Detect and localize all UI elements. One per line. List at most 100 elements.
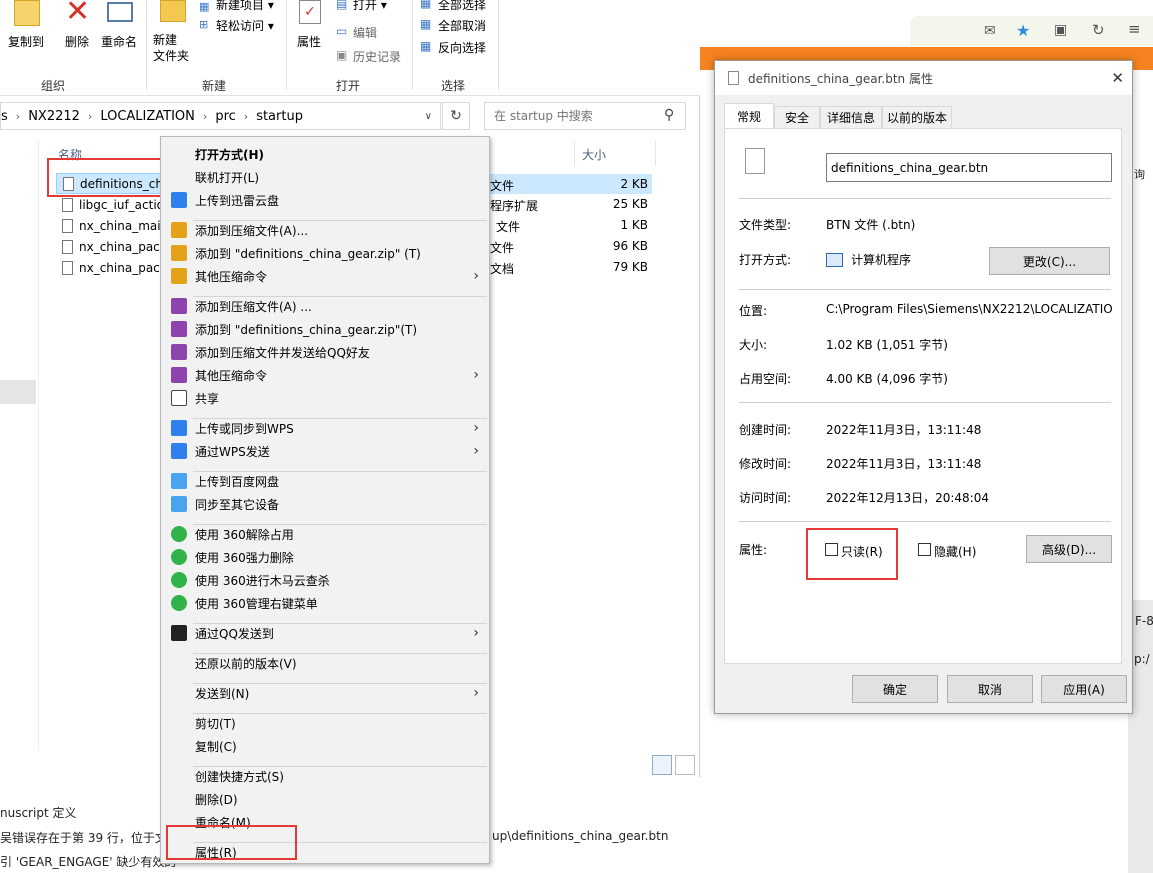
- accessed-label: 访问时间:: [739, 491, 792, 505]
- context-menu-item[interactable]: 删除(D): [161, 788, 489, 810]
- tab-details[interactable]: 详细信息: [820, 106, 882, 128]
- context-menu-item[interactable]: 添加到压缩文件(A)...: [161, 219, 489, 241]
- general-panel: 文件类型: BTN 文件 (.btn) 打开方式: 计算机程序 更改(C)...…: [724, 128, 1122, 664]
- menu-icon[interactable]: ≡: [1128, 20, 1141, 38]
- large-icons-view-button[interactable]: [675, 755, 695, 775]
- archive-icon: [171, 222, 187, 238]
- address-bar[interactable]: s › NX2212 › LOCALIZATION › prc › startu…: [0, 102, 441, 130]
- new-item-button[interactable]: 新建项目 ▾: [216, 0, 274, 13]
- filename-input[interactable]: [826, 153, 1112, 182]
- column-header-size[interactable]: 大小: [582, 146, 606, 163]
- file-icon: [62, 218, 73, 233]
- baidu-icon: [171, 473, 187, 489]
- rename-button[interactable]: 重命名: [101, 33, 137, 50]
- context-menu-item[interactable]: 上传到百度网盘: [161, 470, 489, 492]
- apply-button[interactable]: 应用(A): [1041, 675, 1127, 703]
- breadcrumb-item[interactable]: LOCALIZATION: [100, 109, 195, 124]
- context-menu-item[interactable]: 发送到(N) ›: [161, 682, 489, 704]
- cloud-icon: [171, 192, 187, 208]
- gift-icon[interactable]: ▣: [1054, 22, 1067, 38]
- ribbon-separator: [146, 0, 147, 90]
- hidden-label[interactable]: 隐藏(H): [934, 543, 976, 560]
- dialog-title-bar[interactable]: definitions_china_gear.btn 属性 ✕: [715, 61, 1132, 95]
- context-menu-item[interactable]: 使用 360管理右键菜单: [161, 592, 489, 614]
- new-folder-button[interactable]: 新建 文件夹: [153, 32, 189, 64]
- context-menu-label: 通过QQ发送到: [195, 626, 274, 641]
- close-icon[interactable]: ✕: [1111, 69, 1124, 87]
- hidden-checkbox[interactable]: [918, 543, 931, 556]
- context-menu-item[interactable]: 同步至其它设备: [161, 493, 489, 515]
- breadcrumb-item[interactable]: startup: [256, 109, 303, 124]
- edit-button[interactable]: 编辑: [353, 24, 377, 41]
- context-menu-label: 联机打开(L): [195, 170, 260, 185]
- context-menu-item[interactable]: 联机打开(L): [161, 166, 489, 188]
- copy-to-button[interactable]: 复制到: [8, 33, 44, 50]
- context-menu-item[interactable]: 使用 360强力删除: [161, 546, 489, 568]
- file-row[interactable]: nx_china_main: [56, 215, 172, 236]
- file-type-value: BTN 文件 (.btn): [826, 218, 916, 232]
- file-name: nx_china_pack: [79, 260, 167, 275]
- context-menu-item[interactable]: 创建快捷方式(S): [161, 765, 489, 787]
- history-icon: ▣: [336, 48, 348, 62]
- context-menu-label: 共享: [195, 391, 220, 406]
- context-menu-item[interactable]: 添加到压缩文件(A) ...: [161, 295, 489, 317]
- tab-security[interactable]: 安全: [774, 106, 820, 128]
- invert-selection-button[interactable]: 反向选择: [438, 39, 486, 56]
- context-menu-item[interactable]: 通过WPS发送 ›: [161, 440, 489, 462]
- file-type: 文档: [490, 262, 515, 276]
- details-view-button[interactable]: [652, 755, 672, 775]
- context-menu-item[interactable]: 添加到压缩文件并发送给QQ好友: [161, 341, 489, 363]
- context-menu-item[interactable]: 打开方式(H): [161, 143, 489, 165]
- breadcrumb-item[interactable]: NX2212: [28, 109, 80, 124]
- context-menu-item[interactable]: 使用 360解除占用: [161, 523, 489, 545]
- 360-icon: [171, 595, 187, 611]
- file-row[interactable]: nx_china_pack: [56, 236, 172, 257]
- change-button[interactable]: 更改(C)...: [989, 247, 1110, 275]
- refresh-button[interactable]: ↻: [442, 102, 470, 130]
- context-menu-item[interactable]: 添加到 "definitions_china_gear.zip" (T): [161, 242, 489, 264]
- chevron-down-icon[interactable]: ∨: [425, 111, 432, 122]
- tab-previous-versions[interactable]: 以前的版本: [882, 106, 952, 128]
- select-all-icon: ▦: [420, 0, 432, 10]
- ok-button[interactable]: 确定: [852, 675, 938, 703]
- context-menu-item[interactable]: 其他压缩命令 ›: [161, 364, 489, 386]
- cancel-button[interactable]: 取消: [947, 675, 1033, 703]
- file-size: 1 KB: [620, 218, 648, 232]
- nav-pane-selected-item[interactable]: [0, 380, 36, 404]
- search-icon[interactable]: ⚲: [664, 107, 674, 123]
- copy-to-icon: [14, 0, 40, 26]
- context-menu-item[interactable]: 复制(C): [161, 735, 489, 757]
- properties-button[interactable]: 属性: [297, 33, 321, 50]
- select-all-button[interactable]: 全部选择: [438, 0, 486, 13]
- open-button[interactable]: 打开 ▾: [353, 0, 387, 13]
- context-menu-item[interactable]: 上传或同步到WPS ›: [161, 417, 489, 439]
- select-none-button[interactable]: 全部取消: [438, 17, 486, 34]
- context-menu-item[interactable]: 其他压缩命令 ›: [161, 265, 489, 287]
- star-icon[interactable]: ★: [1016, 21, 1030, 40]
- context-menu-item[interactable]: 共享: [161, 387, 489, 409]
- context-menu-item[interactable]: 添加到 "definitions_china_gear.zip"(T): [161, 318, 489, 340]
- delete-button[interactable]: 删除: [65, 33, 89, 50]
- file-row[interactable]: libgc_iuf_action: [56, 194, 172, 215]
- file-row[interactable]: nx_china_pack: [56, 257, 172, 278]
- winrar-icon: [171, 367, 187, 383]
- tab-general[interactable]: 常规: [724, 103, 774, 129]
- context-menu-item[interactable]: 剪切(T): [161, 712, 489, 734]
- context-menu-label: 打开方式(H): [195, 147, 265, 162]
- search-input[interactable]: [484, 102, 686, 130]
- context-menu-item[interactable]: 通过QQ发送到 ›: [161, 622, 489, 644]
- refresh-icon[interactable]: ↻: [1092, 21, 1105, 39]
- advanced-button[interactable]: 高级(D)...: [1026, 535, 1112, 563]
- context-menu-item[interactable]: 还原以前的版本(V): [161, 652, 489, 674]
- history-button[interactable]: 历史记录: [353, 48, 401, 65]
- breadcrumb-item[interactable]: s: [1, 109, 8, 124]
- context-menu-item[interactable]: 上传到迅雷云盘: [161, 189, 489, 211]
- easy-access-button[interactable]: 轻松访问 ▾: [216, 17, 274, 34]
- context-menu-item[interactable]: 使用 360进行木马云查杀: [161, 569, 489, 591]
- context-menu-label: 通过WPS发送: [195, 444, 270, 459]
- background-text-line3: 引 'GEAR_ENGAGE' 缺少有效的: [0, 855, 177, 869]
- breadcrumb-item[interactable]: prc: [215, 109, 235, 124]
- context-menu: 打开方式(H) 联机打开(L) 上传到迅雷云盘 添加到压缩文件(A)... 添加到 "d…: [160, 136, 490, 864]
- file-type: 文件: [490, 179, 515, 193]
- mail-icon[interactable]: ✉: [984, 23, 996, 39]
